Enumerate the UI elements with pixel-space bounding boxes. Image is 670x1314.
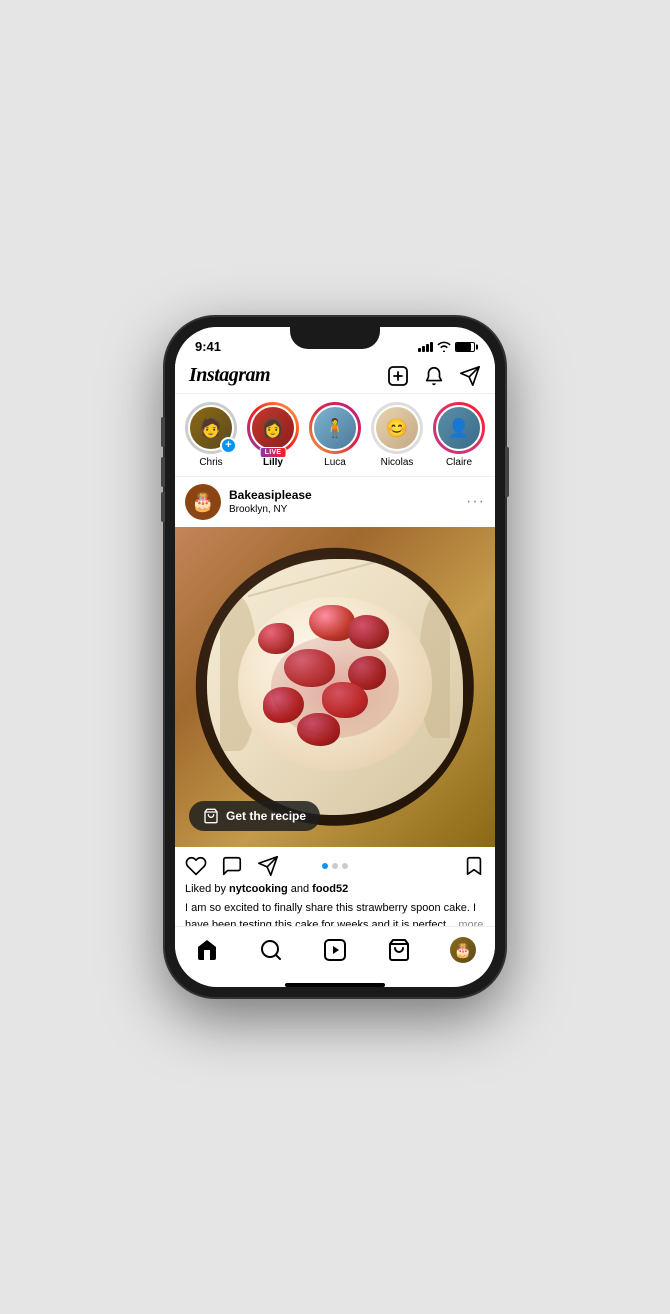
story-avatar-wrap-luca: 🧍 [309, 402, 361, 454]
story-avatar-wrap-nicolas: 😊 [371, 402, 423, 454]
phone-frame: 9:41 Instagram [165, 317, 505, 997]
dot-3 [342, 863, 348, 869]
story-avatar-wrap-chris: 🧑 + [185, 402, 237, 454]
liker1[interactable]: nytcooking [229, 883, 288, 895]
post-avatar: 🎂 [185, 484, 221, 520]
home-indicator [285, 983, 385, 987]
get-recipe-button[interactable]: Get the recipe [189, 801, 320, 831]
nav-search-button[interactable] [251, 935, 291, 965]
nav-home-button[interactable] [187, 935, 227, 965]
share-button[interactable] [257, 855, 279, 877]
signal-icon [418, 342, 433, 352]
live-badge-lilly: LIVE [260, 447, 287, 458]
post-username[interactable]: Bakeasiplease [229, 488, 458, 504]
story-ring-claire: 👤 [433, 402, 485, 454]
stories-row: 🧑 + Chris 👩 LIVE Lilly [175, 394, 495, 477]
post-caption: I am so excited to finally share this st… [175, 898, 495, 926]
cart-icon [203, 808, 219, 824]
post-actions [175, 847, 495, 881]
story-ring-luca: 🧍 [309, 402, 361, 454]
story-label-lilly: Lilly [263, 457, 283, 468]
header-icons [387, 365, 481, 387]
notifications-button[interactable] [423, 365, 445, 387]
liked-by-text: Liked by [185, 883, 229, 895]
caption-text: I am so excited to finally share this st… [185, 902, 476, 926]
story-avatar-luca: 🧍 [312, 405, 358, 451]
more-link[interactable]: more [455, 919, 483, 927]
story-avatar-lilly: 👩 [250, 405, 296, 451]
status-bar: 9:41 [175, 327, 495, 358]
add-story-button[interactable]: + [220, 437, 237, 454]
story-label-chris: Chris [199, 457, 222, 468]
like-button[interactable] [185, 855, 207, 877]
post-feed: 🎂 Bakeasiplease Brooklyn, NY ··· [175, 477, 495, 926]
story-label-claire: Claire [446, 457, 472, 468]
story-ring-nicolas: 😊 [371, 402, 423, 454]
story-item-nicolas[interactable]: 😊 Nicolas [371, 402, 423, 468]
food-background [175, 527, 495, 847]
instagram-logo: Instagram [189, 364, 270, 387]
add-post-button[interactable] [387, 365, 409, 387]
story-item-claire[interactable]: 👤 Claire [433, 402, 485, 468]
status-icons [418, 341, 475, 352]
post-user-info: Bakeasiplease Brooklyn, NY [229, 488, 458, 517]
story-label-nicolas: Nicolas [381, 457, 414, 468]
post-more-button[interactable]: ··· [466, 493, 485, 511]
story-item-luca[interactable]: 🧍 Luca [309, 402, 361, 468]
bottom-navigation: 🎂 [175, 926, 495, 979]
instagram-header: Instagram [175, 358, 495, 394]
post-likes: Liked by nytcooking and food52 [175, 881, 495, 898]
wifi-icon [437, 341, 451, 352]
notch [290, 327, 380, 349]
story-avatar-wrap-claire: 👤 [433, 402, 485, 454]
recipe-button-label: Get the recipe [226, 809, 306, 823]
comment-button[interactable] [221, 855, 243, 877]
story-label-luca: Luca [324, 457, 346, 468]
story-avatar-nicolas: 😊 [374, 405, 420, 451]
story-item-lilly[interactable]: 👩 LIVE Lilly [247, 402, 299, 468]
carousel-dots [322, 863, 348, 869]
nav-profile-button[interactable]: 🎂 [443, 935, 483, 965]
story-avatar-claire: 👤 [436, 405, 482, 451]
and-text: and [288, 883, 312, 895]
dot-2 [332, 863, 338, 869]
nav-reels-button[interactable] [315, 935, 355, 965]
battery-icon [455, 342, 475, 352]
post-image: Get the recipe [175, 527, 495, 847]
story-item-chris[interactable]: 🧑 + Chris [185, 402, 237, 468]
post-location: Brooklyn, NY [229, 503, 458, 516]
status-time: 9:41 [195, 339, 221, 354]
save-button[interactable] [463, 855, 485, 877]
dot-1 [322, 863, 328, 869]
phone-screen: 9:41 Instagram [175, 327, 495, 987]
nav-shop-button[interactable] [379, 935, 419, 965]
story-avatar-wrap-lilly: 👩 LIVE [247, 402, 299, 454]
post-header: 🎂 Bakeasiplease Brooklyn, NY ··· [175, 477, 495, 527]
direct-messages-button[interactable] [459, 365, 481, 387]
liker2[interactable]: food52 [312, 883, 348, 895]
